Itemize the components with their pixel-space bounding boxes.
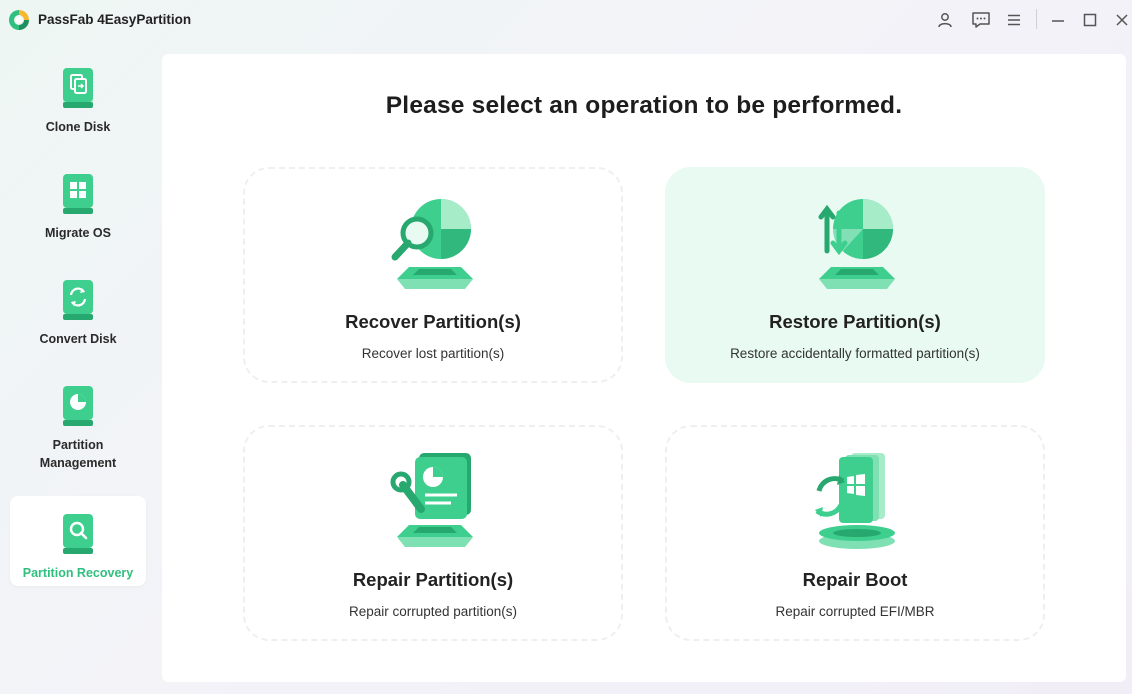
sidebar-item-partition-recovery[interactable]: Partition Recovery (10, 496, 146, 586)
recover-partition-card[interactable]: Recover Partition(s) Recover lost partit… (243, 167, 623, 383)
card-description: Restore accidentally formatted partition… (730, 346, 980, 361)
recover-partition-icon (391, 199, 473, 289)
maximize-icon[interactable] (1079, 9, 1101, 31)
card-description: Repair corrupted partition(s) (348, 604, 518, 619)
restore-partition-card[interactable]: Restore Partition(s) Restore accidentall… (665, 167, 1045, 383)
minimize-icon[interactable] (1047, 9, 1069, 31)
sidebar-item-label: Convert Disk (39, 332, 117, 346)
card-title: Repair Boot (802, 569, 908, 590)
title-bar-divider (1036, 9, 1037, 29)
sidebar-item-clone-disk[interactable]: Clone Disk (10, 50, 146, 144)
title-bar: PassFab 4EasyPartition (0, 0, 1132, 40)
card-title: Restore Partition(s) (769, 311, 941, 332)
main-panel: Please select an operation to be perform… (162, 54, 1126, 682)
repair-boot-icon (815, 453, 895, 549)
user-icon[interactable] (934, 9, 956, 31)
app-logo-icon (9, 10, 29, 30)
partition-recovery-icon (63, 514, 93, 554)
convert-disk-icon (63, 280, 93, 320)
restore-partition-icon (818, 199, 895, 289)
repair-partition-icon (390, 453, 473, 547)
sidebar-item-label: Partition Management (39, 438, 117, 470)
sidebar-item-label: Partition Recovery (22, 566, 134, 580)
card-title: Repair Partition(s) (352, 569, 514, 590)
sidebar-item-convert-disk[interactable]: Convert Disk (10, 262, 146, 356)
clone-disk-icon (63, 68, 93, 108)
sidebar-item-migrate-os[interactable]: Migrate OS (10, 156, 146, 250)
partition-management-icon (63, 386, 93, 426)
card-description: Repair corrupted EFI/MBR (775, 604, 935, 619)
page-title: Please select an operation to be perform… (385, 92, 903, 119)
repair-partition-card[interactable]: Repair Partition(s) Repair corrupted par… (243, 425, 623, 641)
card-title: Recover Partition(s) (345, 311, 521, 332)
sidebar: Clone Disk Migrate OS Convert Disk Parti… (0, 48, 155, 694)
migrate-os-icon (63, 174, 93, 214)
chat-icon[interactable] (970, 9, 992, 31)
menu-icon[interactable] (1003, 9, 1025, 31)
repair-boot-card[interactable]: Repair Boot Repair corrupted EFI/MBR (665, 425, 1045, 641)
close-icon[interactable] (1111, 9, 1132, 31)
sidebar-item-label: Clone Disk (45, 120, 111, 134)
card-description: Recover lost partition(s) (361, 346, 505, 361)
sidebar-item-label: Migrate OS (45, 226, 111, 240)
sidebar-item-partition-management[interactable]: Partition Management (10, 368, 146, 476)
app-title: PassFab 4EasyPartition (38, 12, 192, 27)
